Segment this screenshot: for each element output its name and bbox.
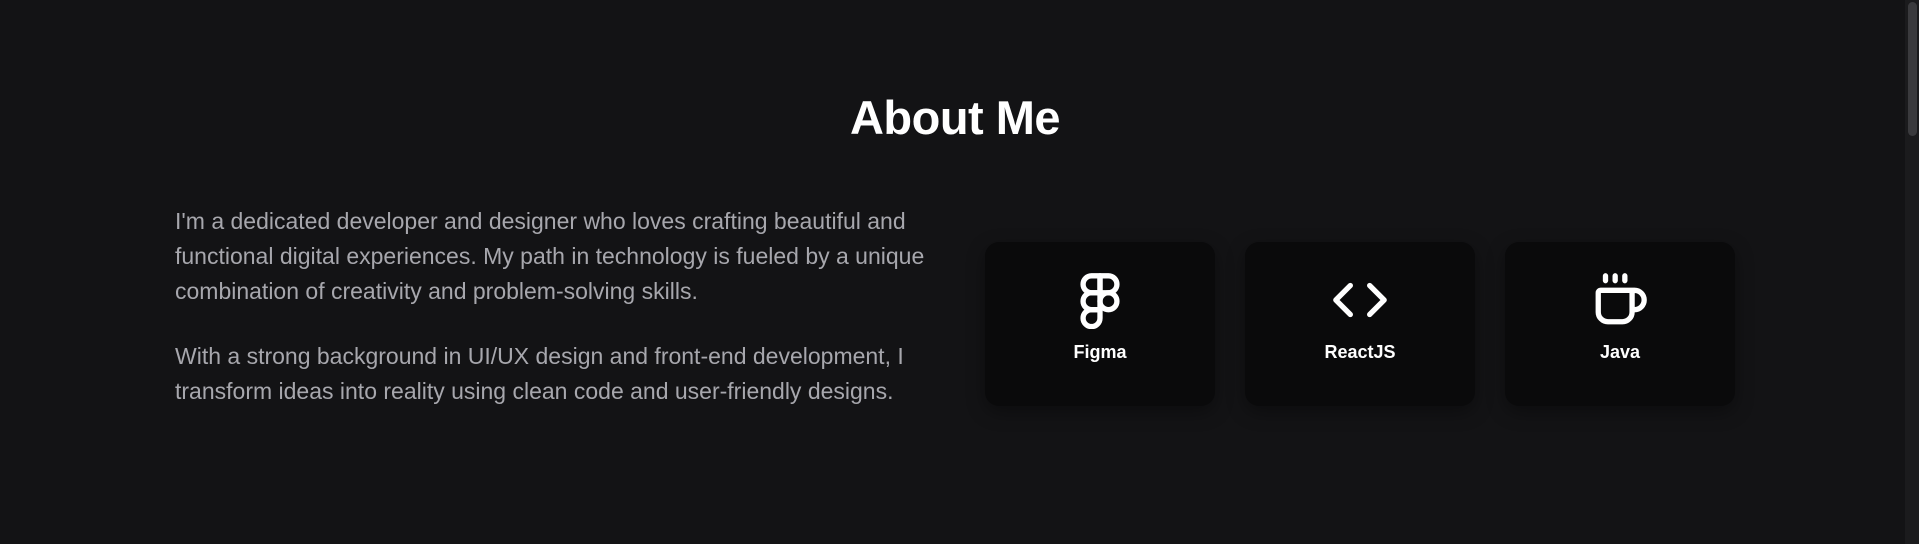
about-section: About Me I'm a dedicated developer and d…: [0, 0, 1905, 544]
about-paragraph-2: With a strong background in UI/UX design…: [175, 343, 904, 404]
skill-card-reactjs[interactable]: ReactJS: [1245, 242, 1475, 406]
vertical-scrollbar[interactable]: [1905, 0, 1919, 544]
coffee-cup-icon: [1590, 270, 1650, 330]
skill-card-figma[interactable]: Figma: [985, 242, 1215, 406]
section-title: About Me: [849, 91, 1061, 144]
scrollbar-thumb[interactable]: [1908, 2, 1917, 136]
figma-icon: [1070, 270, 1130, 330]
about-paragraph-1: I'm a dedicated developer and designer w…: [175, 208, 925, 304]
skill-label-java: Java: [1599, 342, 1641, 362]
skill-card-java[interactable]: Java: [1505, 242, 1735, 406]
skills-grid: Figma ReactJS Java: [985, 242, 1735, 406]
skill-label-reactjs: ReactJS: [1324, 342, 1396, 362]
about-description: I'm a dedicated developer and designer w…: [175, 204, 935, 439]
code-icon: [1330, 270, 1390, 330]
skill-label-figma: Figma: [1073, 342, 1127, 362]
